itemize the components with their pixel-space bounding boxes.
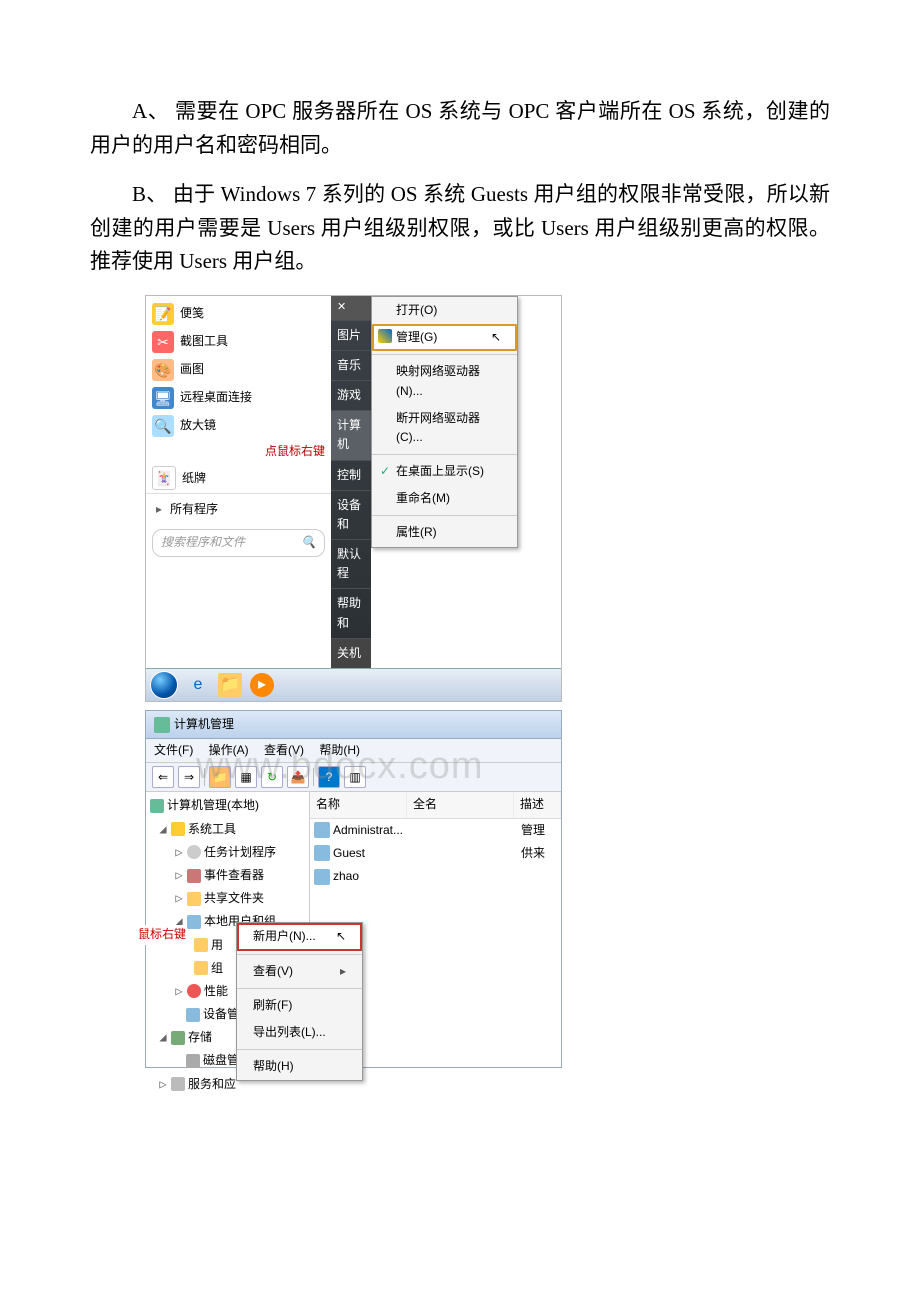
tree-system[interactable]: ◢系统工具 [146, 818, 309, 841]
app-icon [154, 717, 170, 733]
toolbar: ⇐ ⇒ 📁 ▦ ↻ 📤 ? ▥ [146, 763, 561, 792]
menu-help[interactable]: 帮助(H) [319, 743, 360, 757]
search-icon: 🔍 [301, 533, 316, 552]
context-menu-computer: 打开(O) 管理(G)↖ 映射网络驱动器(N)... 断开网络驱动器(C)...… [371, 296, 518, 548]
folder-icon [187, 892, 201, 906]
ctx-properties[interactable]: 属性(R) [372, 519, 517, 546]
right-click-hint-2: 鼠标右键 [138, 925, 186, 944]
show-hide-button[interactable]: ▦ [235, 766, 257, 788]
folder-icon [194, 938, 208, 952]
user-icon [314, 845, 330, 861]
ctx-view[interactable]: 查看(V) [237, 958, 362, 985]
forward-button[interactable]: ⇒ [178, 766, 200, 788]
list-row[interactable]: zhao [310, 865, 561, 888]
tree-share[interactable]: ▷共享文件夹 [146, 887, 309, 910]
start-item-magnifier[interactable]: 🔍放大镜 [146, 412, 331, 440]
up-button[interactable]: 📁 [209, 766, 231, 788]
disk-icon [186, 1054, 200, 1068]
col-name[interactable]: 名称 [310, 792, 407, 817]
start-item-sticky-notes[interactable]: 📝便笺 [146, 300, 331, 328]
taskbar: e 📁 ▸ [146, 668, 561, 701]
paragraph-a: A、 需要在 OPC 服务器所在 OS 系统与 OPC 客户端所在 OS 系统，… [90, 95, 830, 162]
panel-computer[interactable]: 计算机 [331, 410, 371, 459]
ctx-show-desktop[interactable]: ✓在桌面上显示(S) [372, 458, 517, 485]
tree-pane: 计算机管理(本地) ◢系统工具 ▷任务计划程序 ▷事件查看器 ▷共享文件夹 ◢本… [146, 792, 310, 1067]
col-desc[interactable]: 描述 [514, 792, 561, 817]
start-item-solitaire[interactable]: 🃏纸牌 [146, 463, 331, 493]
start-item-paint[interactable]: 🎨画图 [146, 356, 331, 384]
search-box[interactable]: 搜索程序和文件🔍 [152, 529, 325, 556]
ctx-help[interactable]: 帮助(H) [237, 1053, 362, 1080]
check-icon: ✓ [380, 462, 390, 481]
paragraph-b: B、 由于 Windows 7 系列的 OS 系统 Guests 用户组的权限非… [90, 178, 830, 279]
export-button[interactable]: 📤 [287, 766, 309, 788]
folder-icon [194, 961, 208, 975]
ctx-rename[interactable]: 重命名(M) [372, 485, 517, 512]
tree-task[interactable]: ▷任务计划程序 [146, 841, 309, 864]
taskbar-wmp-icon[interactable]: ▸ [250, 673, 274, 697]
cursor-icon: ↖ [491, 328, 501, 347]
menu-view[interactable]: 查看(V) [264, 743, 304, 757]
list-row[interactable]: Guest供来 [310, 842, 561, 865]
storage-icon [171, 1031, 185, 1045]
list-header: 名称 全名 描述 [310, 792, 561, 818]
user-icon [314, 822, 330, 838]
taskbar-explorer-icon[interactable]: 📁 [218, 673, 242, 697]
ctx-map[interactable]: 映射网络驱动器(N)... [372, 358, 517, 404]
start-orb[interactable] [150, 671, 178, 699]
device-icon [186, 1008, 200, 1022]
start-item-rdp[interactable]: 🖥远程桌面连接 [146, 384, 331, 412]
all-programs[interactable]: 所有程序 [146, 493, 331, 525]
title-bar: 计算机管理 [146, 711, 561, 739]
tools-icon [171, 822, 185, 836]
ctx-open[interactable]: 打开(O) [372, 297, 517, 324]
panel-shutdown[interactable]: 关机 [331, 638, 371, 668]
help-button[interactable]: ? [318, 766, 340, 788]
tree-event[interactable]: ▷事件查看器 [146, 864, 309, 887]
panel-help[interactable]: 帮助和 [331, 588, 371, 637]
users-icon [187, 915, 201, 929]
mgmt-icon [150, 799, 164, 813]
start-right-panel: ✕ 图片 音乐 游戏 计算机 控制 设备和 默认程 帮助和 关机 [331, 296, 371, 668]
panel-devices[interactable]: 设备和 [331, 490, 371, 539]
ctx-new-user[interactable]: 新用户(N)...↖ [237, 923, 362, 950]
context-menu-users: 新用户(N)...↖ 查看(V) 刷新(F) 导出列表(L)... 帮助(H) [236, 922, 363, 1081]
menu-bar: 文件(F) 操作(A) 查看(V) 帮助(H) [146, 739, 561, 763]
back-button[interactable]: ⇐ [152, 766, 174, 788]
prop-button[interactable]: ▥ [344, 766, 366, 788]
clock-icon [187, 845, 201, 859]
menu-action[interactable]: 操作(A) [209, 743, 249, 757]
perf-icon [187, 984, 201, 998]
close-area: ✕ [331, 296, 371, 320]
tree-root[interactable]: 计算机管理(本地) [146, 794, 309, 817]
ctx-export[interactable]: 导出列表(L)... [237, 1019, 362, 1046]
service-icon [171, 1077, 185, 1091]
panel-music[interactable]: 音乐 [331, 350, 371, 380]
taskbar-ie-icon[interactable]: e [186, 673, 210, 697]
panel-games[interactable]: 游戏 [331, 380, 371, 410]
start-item-snip[interactable]: ✂截图工具 [146, 328, 331, 356]
ctx-manage[interactable]: 管理(G)↖ [372, 324, 517, 351]
ctx-refresh[interactable]: 刷新(F) [237, 992, 362, 1019]
cursor-icon: ↖ [336, 927, 346, 946]
ctx-disconnect[interactable]: 断开网络驱动器(C)... [372, 405, 517, 451]
right-click-hint: 点鼠标右键 [146, 440, 331, 463]
user-icon [314, 869, 330, 885]
panel-default[interactable]: 默认程 [331, 539, 371, 588]
shield-icon [378, 329, 392, 343]
list-row[interactable]: Administrat...管理 [310, 819, 561, 842]
panel-control[interactable]: 控制 [331, 460, 371, 490]
col-fullname[interactable]: 全名 [407, 792, 514, 817]
event-icon [187, 869, 201, 883]
menu-file[interactable]: 文件(F) [154, 743, 193, 757]
window-title: 计算机管理 [174, 715, 234, 734]
refresh-button[interactable]: ↻ [261, 766, 283, 788]
screenshot-start-menu: 📝便笺 ✂截图工具 🎨画图 🖥远程桌面连接 🔍放大镜 点鼠标右键 🃏纸牌 所有程… [145, 295, 562, 702]
panel-pictures[interactable]: 图片 [331, 320, 371, 350]
screenshot-computer-mgmt: www.bdocx.com 计算机管理 文件(F) 操作(A) 查看(V) 帮助… [145, 710, 562, 1068]
